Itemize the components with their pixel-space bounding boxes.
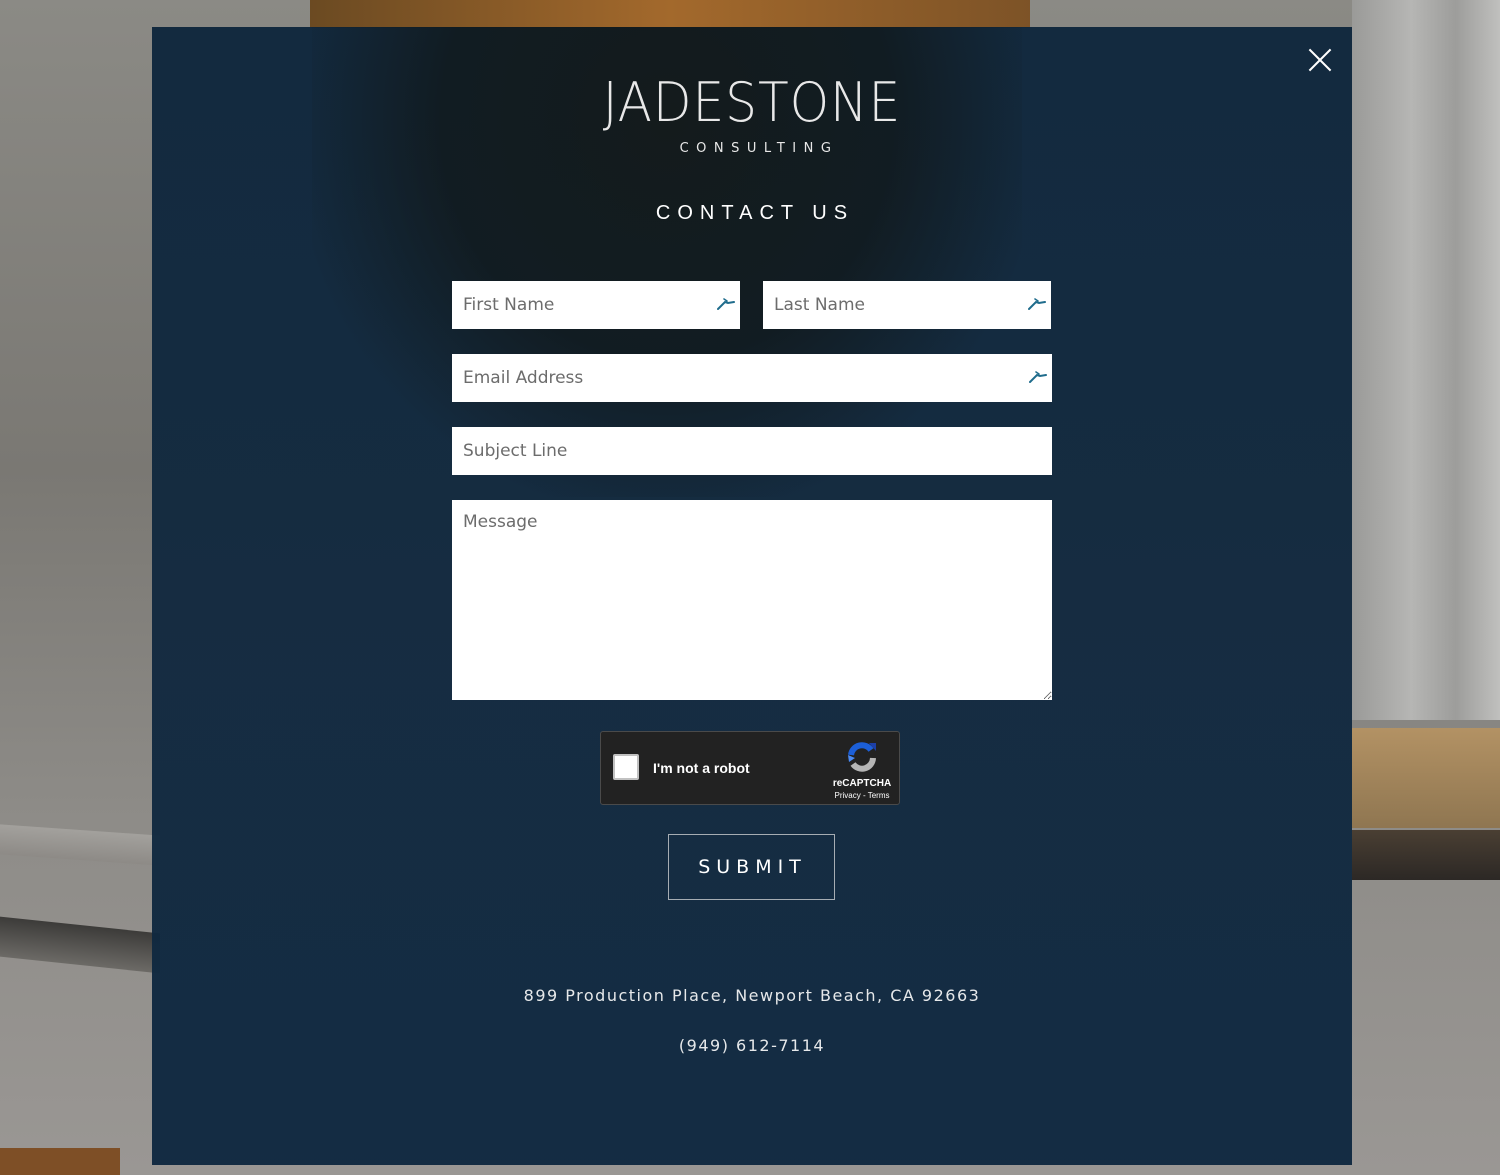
first-name-input[interactable] [452, 281, 740, 329]
email-input[interactable] [452, 354, 1052, 402]
recaptcha-label: I'm not a robot [653, 760, 750, 776]
last-name-field-wrapper [763, 281, 1051, 329]
recaptcha-logo-icon [848, 742, 876, 772]
background-lamp-shade [310, 0, 1030, 28]
message-field-wrapper [452, 500, 1052, 700]
page-title: CONTACT US [655, 202, 855, 224]
background-wood-shadow [1352, 830, 1500, 880]
contact-modal: JADESTONE CONSULTING CONTACT US First Na… [152, 27, 1352, 1165]
phone-text[interactable]: (949) 612-7114 [152, 1036, 1352, 1055]
autofill-icon[interactable] [717, 296, 735, 310]
message-textarea[interactable] [452, 500, 1052, 700]
recaptcha-widget: I'm not a robot reCAPTCHA Privacy - Term… [600, 731, 900, 805]
autofill-icon[interactable] [1028, 296, 1046, 310]
last-name-input[interactable] [763, 281, 1051, 329]
subject-input[interactable] [452, 427, 1052, 475]
submit-button[interactable]: SUBMIT [668, 834, 835, 900]
logo-tagline: CONSULTING [679, 141, 839, 156]
address-text: 899 Production Place, Newport Beach, CA … [523, 986, 981, 1005]
background-binders [1352, 0, 1500, 720]
logo-name: JADESTONE [602, 71, 902, 134]
first-name-field-wrapper [452, 281, 740, 329]
email-field-wrapper [452, 354, 1052, 402]
recaptcha-privacy-terms-links[interactable]: Privacy - Terms [827, 791, 897, 800]
background-wood-shelf [1352, 728, 1500, 828]
recaptcha-checkbox[interactable] [613, 754, 639, 780]
autofill-icon[interactable] [1029, 369, 1047, 383]
background-bottom-wood [0, 1148, 120, 1175]
recaptcha-brand: reCAPTCHA [832, 778, 892, 789]
subject-field-wrapper [452, 427, 1052, 475]
